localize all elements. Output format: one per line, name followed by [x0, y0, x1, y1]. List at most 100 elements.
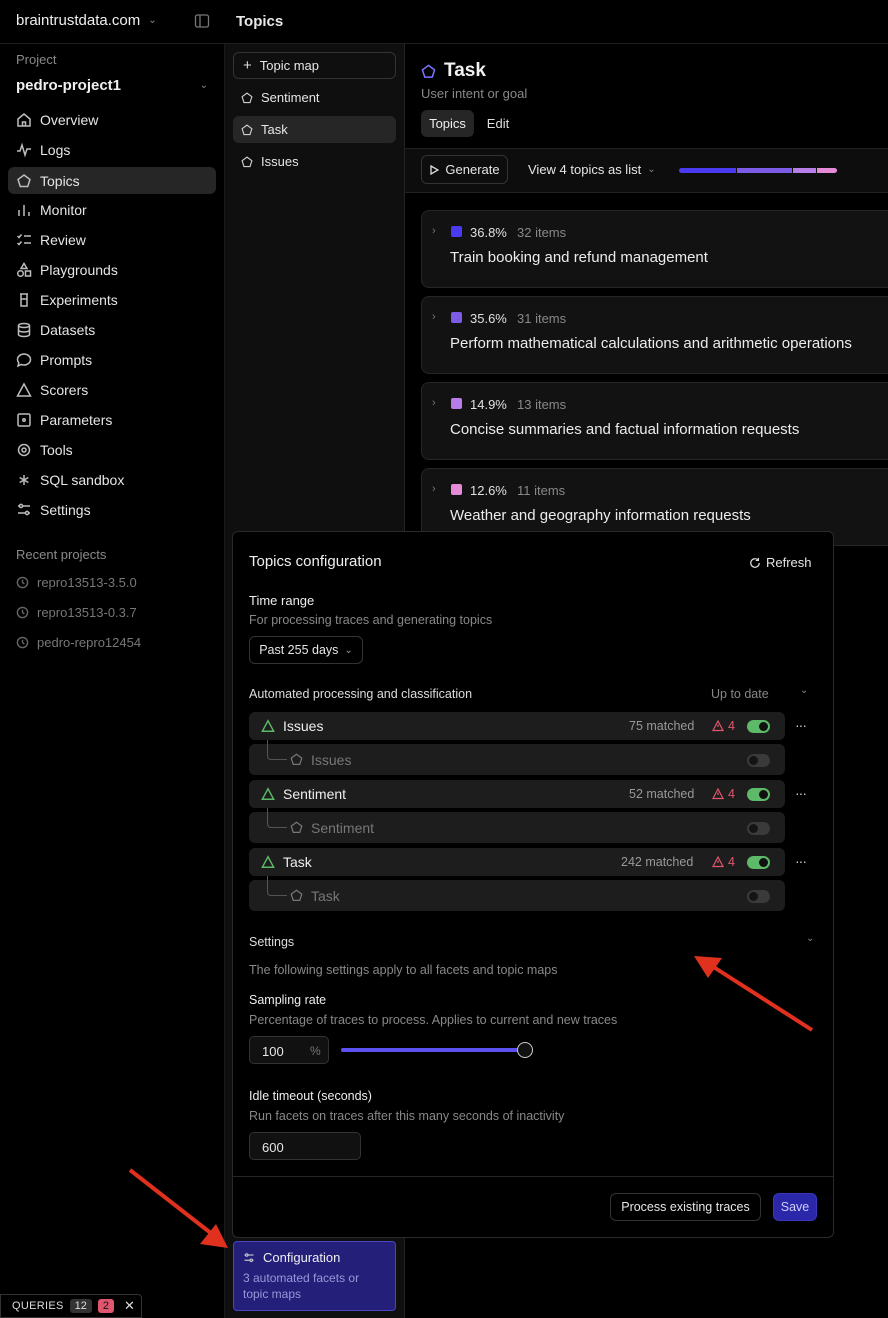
chevron-down-icon: ⌄ [344, 644, 353, 656]
chevron-right-icon[interactable]: › [432, 225, 436, 237]
chevron-down-icon[interactable]: ⌄ [800, 685, 808, 696]
topic-nav-label: Issues [261, 154, 299, 169]
pentagon-icon [17, 173, 31, 187]
facet-toggle[interactable] [747, 720, 770, 733]
sidebar-item-logs[interactable]: Logs [8, 136, 216, 163]
sidebar-toggle-icon[interactable] [194, 13, 210, 29]
facet-toggle[interactable] [747, 788, 770, 801]
save-button[interactable]: Save [773, 1193, 817, 1221]
facet-row-task[interactable]: Task 242 matched 4 [249, 848, 785, 876]
sidebar-item-monitor[interactable]: Monitor [8, 196, 216, 223]
project-selector[interactable]: pedro-project1 ⌄ [16, 77, 208, 94]
topic-nav-item-task[interactable]: Task [233, 116, 396, 143]
sliders-icon [244, 1252, 254, 1262]
database-icon [17, 322, 31, 337]
facet-warning-count: 4 [728, 787, 735, 801]
sidebar-item-overview[interactable]: Overview [8, 106, 216, 133]
sidebar-item-experiments[interactable]: Experiments [8, 286, 216, 313]
sampling-rate-input[interactable]: 100 % [249, 1036, 329, 1064]
sidebar-item-settings[interactable]: Settings [8, 496, 216, 523]
more-options-icon[interactable]: ··· [795, 717, 807, 733]
topic-nav-item-sentiment[interactable]: Sentiment [233, 84, 396, 111]
topic-card[interactable]: › 36.8% 32 items Train booking and refun… [421, 210, 888, 288]
topic-card[interactable]: › 35.6% 31 items Perform mathematical ca… [421, 296, 888, 374]
facet-toggle[interactable] [747, 856, 770, 869]
process-label: Process existing traces [621, 1200, 750, 1214]
sidebar-item-parameters[interactable]: Parameters [8, 406, 216, 433]
pentagon-icon [241, 91, 253, 103]
recent-project[interactable]: repro13513-0.3.7 [16, 605, 137, 620]
topic-map-row-issues[interactable]: Issues [249, 740, 785, 775]
sidebar-item-review[interactable]: Review [8, 226, 216, 253]
facet-name: Sentiment [283, 786, 347, 802]
sidebar-item-datasets[interactable]: Datasets [8, 316, 216, 343]
facet-title: Task [444, 60, 486, 81]
topic-title: Perform mathematical calculations and ar… [450, 335, 852, 352]
chevron-down-icon: ⌄ [647, 164, 656, 175]
sidebar-item-tools[interactable]: Tools [8, 436, 216, 463]
sidebar: Project pedro-project1 ⌄ Overview Logs T… [0, 44, 225, 1318]
list-check-icon [16, 233, 31, 246]
topic-count: 11 items [517, 483, 566, 498]
chevron-right-icon[interactable]: › [432, 397, 436, 409]
refresh-button[interactable]: Refresh [749, 555, 812, 570]
more-options-icon[interactable]: ··· [795, 853, 807, 869]
topic-map-row-sentiment[interactable]: Sentiment [249, 808, 785, 843]
sidebar-item-label: Playgrounds [40, 261, 118, 278]
plus-icon: + [243, 57, 252, 74]
topic-map-name: Task [311, 888, 340, 904]
topic-map-toggle[interactable] [747, 890, 770, 903]
automated-section-label: Automated processing and classification [249, 687, 473, 701]
slider-thumb[interactable] [517, 1042, 533, 1058]
configuration-button[interactable]: Configuration 3 automated facets or topi… [233, 1241, 396, 1311]
sidebar-item-topics[interactable]: Topics [8, 167, 216, 194]
process-existing-traces-button[interactable]: Process existing traces [610, 1193, 761, 1221]
recent-project[interactable]: pedro-repro12454 [16, 635, 141, 650]
chevron-right-icon[interactable]: › [432, 483, 436, 495]
sliders-icon [18, 503, 30, 515]
topic-percentage: 35.6% [470, 311, 507, 326]
refresh-label: Refresh [766, 555, 812, 570]
topic-map-toggle[interactable] [747, 754, 770, 767]
sidebar-item-label: Review [40, 231, 86, 248]
org-switcher[interactable]: braintrustdata.com ⌄ [16, 12, 157, 29]
chevron-down-icon[interactable]: ⌄ [806, 933, 814, 944]
queries-indicator[interactable]: QUERIES 12 2 ✕ [0, 1294, 142, 1318]
topic-map-toggle[interactable] [747, 822, 770, 835]
topic-map-button[interactable]: + Topic map [233, 52, 396, 79]
topic-card[interactable]: › 14.9% 13 items Concise summaries and f… [421, 382, 888, 460]
topic-map-name: Issues [311, 752, 352, 768]
time-range-select[interactable]: Past 255 days ⌄ [249, 636, 363, 664]
sampling-rate-label: Sampling rate [249, 993, 327, 1007]
topic-nav-item-issues[interactable]: Issues [233, 148, 396, 175]
view-list-dropdown[interactable]: View 4 topics as list ⌄ [528, 162, 656, 177]
tab-topics[interactable]: Topics [421, 110, 474, 137]
more-options-icon[interactable]: ··· [795, 785, 807, 801]
facet-matched: 75 matched [629, 719, 695, 733]
facet-row-issues[interactable]: Issues 75 matched 4 [249, 712, 785, 740]
sidebar-item-label: Settings [40, 501, 91, 518]
sampling-rate-slider[interactable] [341, 1041, 533, 1059]
idle-timeout-input[interactable]: 600 [249, 1132, 361, 1160]
topic-map-row-task[interactable]: Task [249, 876, 785, 911]
generate-button[interactable]: Generate [421, 155, 508, 184]
warning-icon [712, 856, 724, 868]
sidebar-item-prompts[interactable]: Prompts [8, 346, 216, 373]
distribution-segment [736, 168, 792, 173]
sidebar-item-scorers[interactable]: Scorers [8, 376, 216, 403]
tab-edit[interactable]: Edit [478, 110, 518, 137]
annotation-arrow [694, 956, 814, 1032]
facet-warning-count: 4 [728, 719, 735, 733]
topic-percentage: 12.6% [470, 483, 507, 498]
close-icon[interactable]: ✕ [124, 1298, 135, 1314]
recent-project[interactable]: repro13513-3.5.0 [16, 575, 137, 590]
sampling-rate-help: Percentage of traces to process. Applies… [249, 1013, 618, 1027]
facet-row-sentiment[interactable]: Sentiment 52 matched 4 [249, 780, 785, 808]
chevron-right-icon[interactable]: › [432, 311, 436, 323]
sidebar-item-playgrounds[interactable]: Playgrounds [8, 256, 216, 283]
facet-matched: 52 matched [629, 787, 695, 801]
chevron-down-icon: ⌄ [199, 80, 208, 91]
distribution-segment [679, 168, 736, 173]
sidebar-item-sql-sandbox[interactable]: SQL sandbox [8, 466, 216, 493]
time-range-value: Past 255 days [259, 643, 339, 657]
